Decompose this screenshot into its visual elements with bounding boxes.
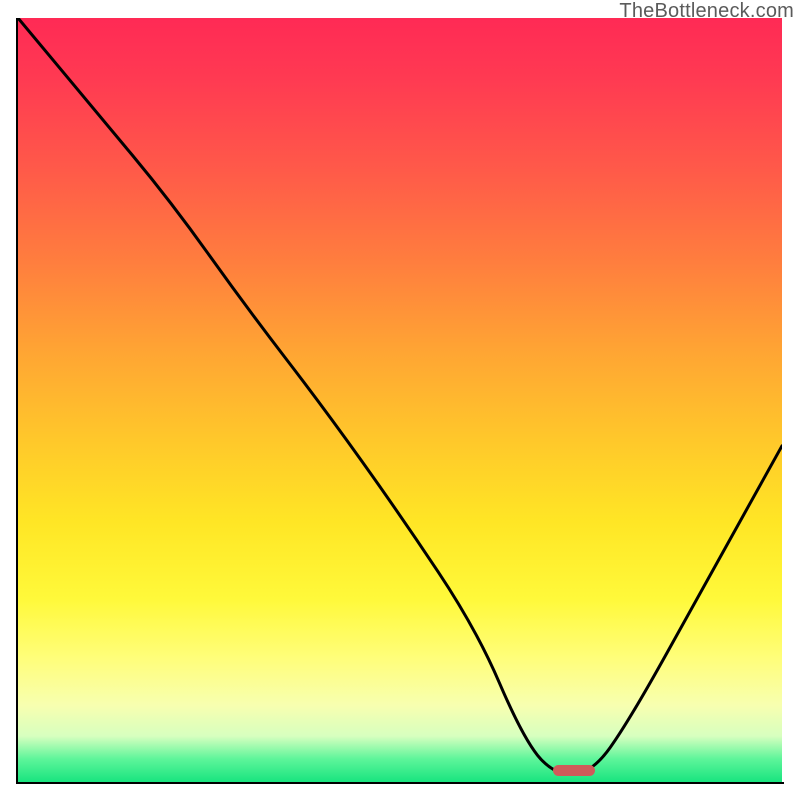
bottleneck-curve-path: [18, 18, 782, 774]
x-axis-line: [16, 782, 784, 784]
valley-marker: [553, 765, 595, 776]
bottleneck-chart: TheBottleneck.com: [0, 0, 800, 800]
y-axis-line: [16, 18, 18, 784]
curve-layer: [18, 18, 782, 782]
plot-area: [18, 18, 782, 782]
